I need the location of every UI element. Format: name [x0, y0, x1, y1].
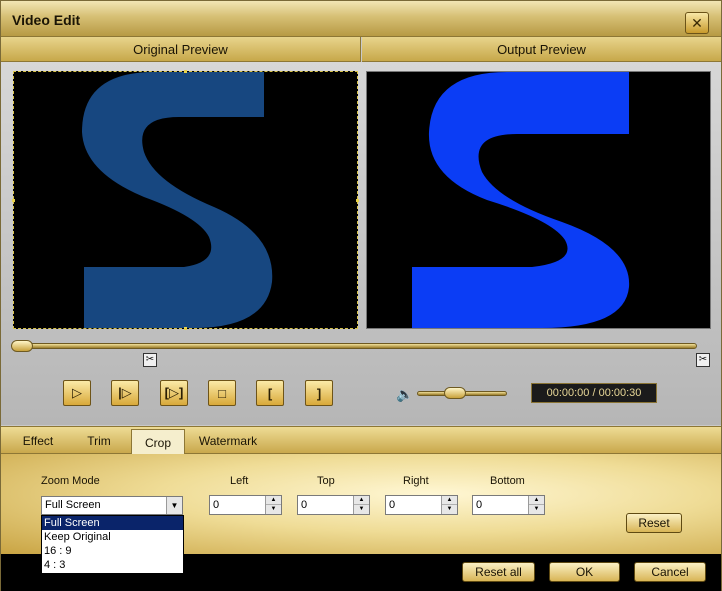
reset-all-button[interactable]: Reset all — [462, 562, 535, 582]
volume-icon[interactable]: 🔈 — [396, 386, 413, 403]
spin-down-icon[interactable]: ▼ — [529, 505, 544, 514]
tab-bar: Effect Trim Crop Watermark — [1, 426, 721, 455]
spin-up-icon[interactable]: ▲ — [354, 496, 369, 505]
tab-trim[interactable]: Trim — [71, 427, 127, 454]
top-input[interactable]: 0 ▲ ▼ — [297, 495, 370, 515]
close-icon: ✕ — [691, 14, 703, 31]
stop-icon: □ — [218, 385, 226, 401]
left-value: 0 — [213, 499, 220, 511]
right-stepper[interactable]: ▲ ▼ — [441, 496, 457, 514]
bracket-close-icon: ] — [316, 385, 322, 401]
bottom-value: 0 — [476, 499, 483, 511]
spin-up-icon[interactable]: ▲ — [266, 496, 281, 505]
tab-watermark-label: Watermark — [198, 433, 258, 448]
cancel-button[interactable]: Cancel — [634, 562, 706, 582]
spin-down-icon[interactable]: ▼ — [442, 505, 457, 514]
trim-start-marker[interactable]: ✂ — [143, 353, 157, 367]
title-bar[interactable]: Video Edit ✕ — [1, 1, 721, 37]
top-stepper[interactable]: ▲ ▼ — [353, 496, 369, 514]
spin-down-icon[interactable]: ▼ — [354, 505, 369, 514]
timeline-track[interactable] — [13, 343, 697, 349]
top-value: 0 — [301, 499, 308, 511]
timeline-thumb[interactable] — [11, 340, 33, 352]
right-value: 0 — [389, 499, 396, 511]
right-label: Right — [403, 475, 429, 487]
output-preview-video — [366, 71, 711, 329]
trim-end-marker[interactable]: ✂ — [696, 353, 710, 367]
close-button[interactable]: ✕ — [685, 12, 709, 34]
volume-slider-thumb[interactable] — [444, 387, 467, 399]
play-icon: ▷ — [72, 385, 82, 400]
scissor-icon: ✂ — [698, 354, 708, 365]
reset-button-label: Reset — [638, 516, 670, 530]
end-frame-button[interactable]: [▷] — [160, 380, 188, 406]
reset-button[interactable]: Reset — [626, 513, 682, 533]
time-display: 00:00:00 / 00:00:30 — [531, 383, 657, 403]
zoom-mode-label: Zoom Mode — [41, 475, 100, 487]
original-preview-label: Original Preview — [133, 41, 228, 57]
crop-handle-top[interactable] — [184, 70, 187, 73]
tab-trim-label: Trim — [87, 433, 111, 448]
original-preview-video[interactable] — [13, 71, 358, 329]
set-end-button[interactable]: ] — [305, 380, 333, 406]
tab-crop[interactable]: Crop — [131, 429, 185, 455]
crop-handle-right[interactable] — [356, 199, 359, 202]
spin-up-icon[interactable]: ▲ — [529, 496, 544, 505]
cancel-label: Cancel — [651, 565, 689, 579]
set-start-button[interactable]: [ — [256, 380, 284, 406]
ok-button[interactable]: OK — [549, 562, 620, 582]
zoom-option-16-9[interactable]: 16 : 9 — [42, 544, 183, 558]
video-edit-window: Video Edit ✕ Original Preview Output Pre… — [0, 0, 722, 591]
chevron-down-icon[interactable]: ▼ — [166, 497, 182, 514]
bottom-label: Bottom — [490, 475, 525, 487]
tab-watermark[interactable]: Watermark — [189, 427, 267, 454]
play-button[interactable]: ▷ — [63, 380, 91, 406]
left-input[interactable]: 0 ▲ ▼ — [209, 495, 282, 515]
output-preview-label: Output Preview — [497, 41, 586, 57]
scissor-icon: ✂ — [145, 354, 155, 365]
step-end-icon: [▷] — [164, 385, 184, 400]
tab-effect-label: Effect — [22, 433, 54, 448]
time-readout: 00:00:00 / 00:00:30 — [546, 387, 642, 399]
zoom-mode-select[interactable]: Full Screen ▼ — [41, 496, 183, 515]
zoom-mode-dropdown: Full Screen Keep Original 16 : 9 4 : 3 — [41, 515, 184, 574]
zoom-option-4-3[interactable]: 4 : 3 — [42, 558, 183, 572]
left-label: Left — [230, 475, 249, 487]
stop-button[interactable]: □ — [208, 380, 236, 406]
bottom-stepper[interactable]: ▲ ▼ — [528, 496, 544, 514]
zoom-option-keep-original[interactable]: Keep Original — [42, 530, 183, 544]
zoom-option-full-screen[interactable]: Full Screen — [42, 516, 183, 530]
tab-effect[interactable]: Effect — [9, 427, 67, 454]
reset-all-label: Reset all — [475, 565, 522, 579]
crop-handle-bottom[interactable] — [184, 327, 187, 330]
spin-down-icon[interactable]: ▼ — [266, 505, 281, 514]
original-preview-header: Original Preview — [1, 37, 361, 62]
zoom-mode-value: Full Screen — [45, 499, 101, 511]
output-frame-graphic — [412, 72, 630, 328]
right-input[interactable]: 0 ▲ ▼ — [385, 495, 458, 515]
step-forward-icon: |▷ — [118, 385, 132, 400]
output-preview-header: Output Preview — [362, 37, 721, 62]
next-frame-button[interactable]: |▷ — [111, 380, 139, 406]
original-frame-graphic — [82, 72, 273, 328]
crop-handle-left[interactable] — [12, 199, 15, 202]
top-label: Top — [317, 475, 335, 487]
spin-up-icon[interactable]: ▲ — [442, 496, 457, 505]
left-stepper[interactable]: ▲ ▼ — [265, 496, 281, 514]
bottom-input[interactable]: 0 ▲ ▼ — [472, 495, 545, 515]
ok-label: OK — [575, 565, 594, 579]
window-title: Video Edit — [12, 12, 81, 28]
tab-crop-label: Crop — [144, 435, 171, 450]
bracket-open-icon: [ — [267, 385, 273, 401]
